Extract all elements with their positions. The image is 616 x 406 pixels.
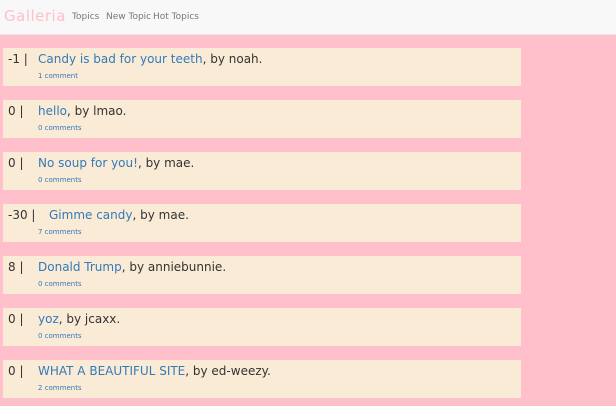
topic-card: 0 | No soup for you!, by mae. 0 comments <box>3 152 521 190</box>
vote-score: 0 | <box>8 364 24 378</box>
topic-title-link[interactable]: yoz <box>38 312 59 326</box>
topic-author: , by anniebunnie. <box>121 260 227 274</box>
comments-link[interactable]: 0 comments <box>38 332 82 340</box>
comments-link[interactable]: 1 comment <box>38 72 78 80</box>
topic-title-line: Gimme candy, by mae. <box>49 208 189 222</box>
comments-link[interactable]: 7 comments <box>38 228 82 236</box>
topic-title-link[interactable]: Candy is bad for your teeth <box>38 52 203 66</box>
vote-score: 0 | <box>8 104 24 118</box>
nav-hot-topics-link[interactable]: Hot Topics <box>153 12 199 22</box>
nav-topics-link[interactable]: Topics <box>72 12 99 22</box>
comments-link[interactable]: 0 comments <box>38 176 82 184</box>
topic-author: , by ed-weezy. <box>185 364 271 378</box>
topic-title-line: Candy is bad for your teeth, by noah. <box>38 52 262 66</box>
vote-score: 8 | <box>8 260 24 274</box>
topic-title-link[interactable]: hello <box>38 104 67 118</box>
comments-link[interactable]: 0 comments <box>38 280 82 288</box>
topic-author: , by jcaxx. <box>58 312 121 326</box>
topic-author: , by lmao. <box>67 104 127 118</box>
topic-title-line: WHAT A BEAUTIFUL SITE, by ed-weezy. <box>38 364 271 378</box>
topic-card: 0 | hello, by lmao. 0 comments <box>3 100 521 138</box>
nav-new-topic-link[interactable]: New Topic <box>106 12 151 22</box>
topic-title-link[interactable]: No soup for you! <box>38 156 138 170</box>
topic-card: 0 | yoz, by jcaxx. 0 comments <box>3 308 521 346</box>
topic-title-line: Donald Trump, by anniebunnie. <box>38 260 226 274</box>
topic-title-link[interactable]: WHAT A BEAUTIFUL SITE <box>38 364 185 378</box>
vote-score: -1 | <box>8 52 28 66</box>
comments-link[interactable]: 0 comments <box>38 124 82 132</box>
topic-title-line: hello, by lmao. <box>38 104 126 118</box>
brand-logo[interactable]: Galleria <box>4 7 66 25</box>
topic-author: , by mae. <box>137 156 195 170</box>
topic-author: , by noah. <box>202 52 263 66</box>
comments-link[interactable]: 2 comments <box>38 384 82 392</box>
topic-title-link[interactable]: Gimme candy <box>49 208 132 222</box>
topic-card: 8 | Donald Trump, by anniebunnie. 0 comm… <box>3 256 521 294</box>
topic-author: , by mae. <box>132 208 189 222</box>
topic-card: 0 | WHAT A BEAUTIFUL SITE, by ed-weezy. … <box>3 360 521 398</box>
topic-title-line: yoz, by jcaxx. <box>38 312 120 326</box>
topic-title-link[interactable]: Donald Trump <box>38 260 122 274</box>
vote-score: 0 | <box>8 156 24 170</box>
topic-title-line: No soup for you!, by mae. <box>38 156 194 170</box>
navbar: Galleria Topics New Topic Hot Topics <box>0 0 616 35</box>
topic-card: -30 | Gimme candy, by mae. 7 comments <box>3 204 521 242</box>
topic-card: -1 | Candy is bad for your teeth, by noa… <box>3 48 521 86</box>
vote-score: 0 | <box>8 312 24 326</box>
vote-score: -30 | <box>8 208 36 222</box>
